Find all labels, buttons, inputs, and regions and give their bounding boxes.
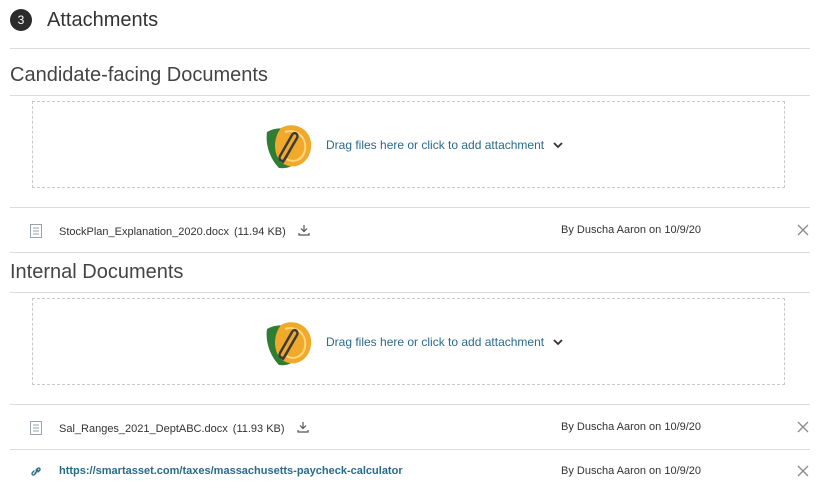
- document-icon: [30, 421, 42, 435]
- link-byline: By Duscha Aaron on 10/9/20: [561, 465, 702, 477]
- file-name: Sal_Ranges_2021_DeptABC.docx (11.93 KB): [59, 421, 309, 435]
- step-header: 3 Attachments: [10, 6, 158, 34]
- divider: [10, 404, 810, 405]
- internal-documents-dropzone[interactable]: Drag files here or click to add attachme…: [32, 298, 785, 385]
- section-title-candidate-documents: Candidate-facing Documents: [10, 64, 268, 86]
- attachment-leaf-icon: [266, 125, 312, 169]
- file-size: (11.93 KB): [232, 423, 285, 435]
- close-icon[interactable]: [796, 420, 810, 434]
- file-name-text: Sal_Ranges_2021_DeptABC.docx: [59, 423, 228, 435]
- file-byline: By Duscha Aaron on 10/9/20: [561, 421, 702, 433]
- link-icon: [31, 467, 41, 476]
- close-icon[interactable]: [796, 464, 810, 478]
- candidate-documents-dropzone[interactable]: Drag files here or click to add attachme…: [32, 101, 785, 188]
- divider: [10, 252, 810, 253]
- step-number-badge: 3: [10, 9, 32, 31]
- file-row: StockPlan_Explanation_2020.docx (11.94 KB…: [10, 209, 810, 253]
- dropzone-text: Drag files here or click to add attachme…: [326, 138, 545, 152]
- divider: [10, 95, 810, 96]
- file-name: StockPlan_Explanation_2020.docx (11.94 KB…: [59, 224, 310, 238]
- document-icon: [30, 224, 42, 238]
- dropzone-text: Drag files here or click to add attachme…: [326, 335, 545, 349]
- file-size: (11.94 KB): [234, 226, 286, 238]
- close-icon[interactable]: [796, 223, 810, 237]
- divider: [10, 48, 810, 49]
- step-title: Attachments: [47, 8, 159, 31]
- file-name-text: StockPlan_Explanation_2020.docx: [59, 226, 230, 238]
- download-icon[interactable]: [298, 224, 310, 236]
- download-icon[interactable]: [297, 421, 309, 433]
- divider: [10, 207, 810, 208]
- chevron-down-icon[interactable]: [552, 336, 564, 348]
- chevron-down-icon[interactable]: [552, 139, 564, 151]
- link-row: https://smartasset.com/taxes/massachuset…: [10, 450, 810, 494]
- file-byline: By Duscha Aaron on 10/9/20: [561, 224, 702, 236]
- section-title-internal-documents: Internal Documents: [10, 261, 184, 283]
- file-row: Sal_Ranges_2021_DeptABC.docx (11.93 KB) B…: [10, 406, 810, 450]
- divider: [10, 292, 810, 293]
- attachment-leaf-icon: [266, 322, 312, 366]
- attachment-link[interactable]: https://smartasset.com/taxes/massachuset…: [59, 465, 403, 477]
